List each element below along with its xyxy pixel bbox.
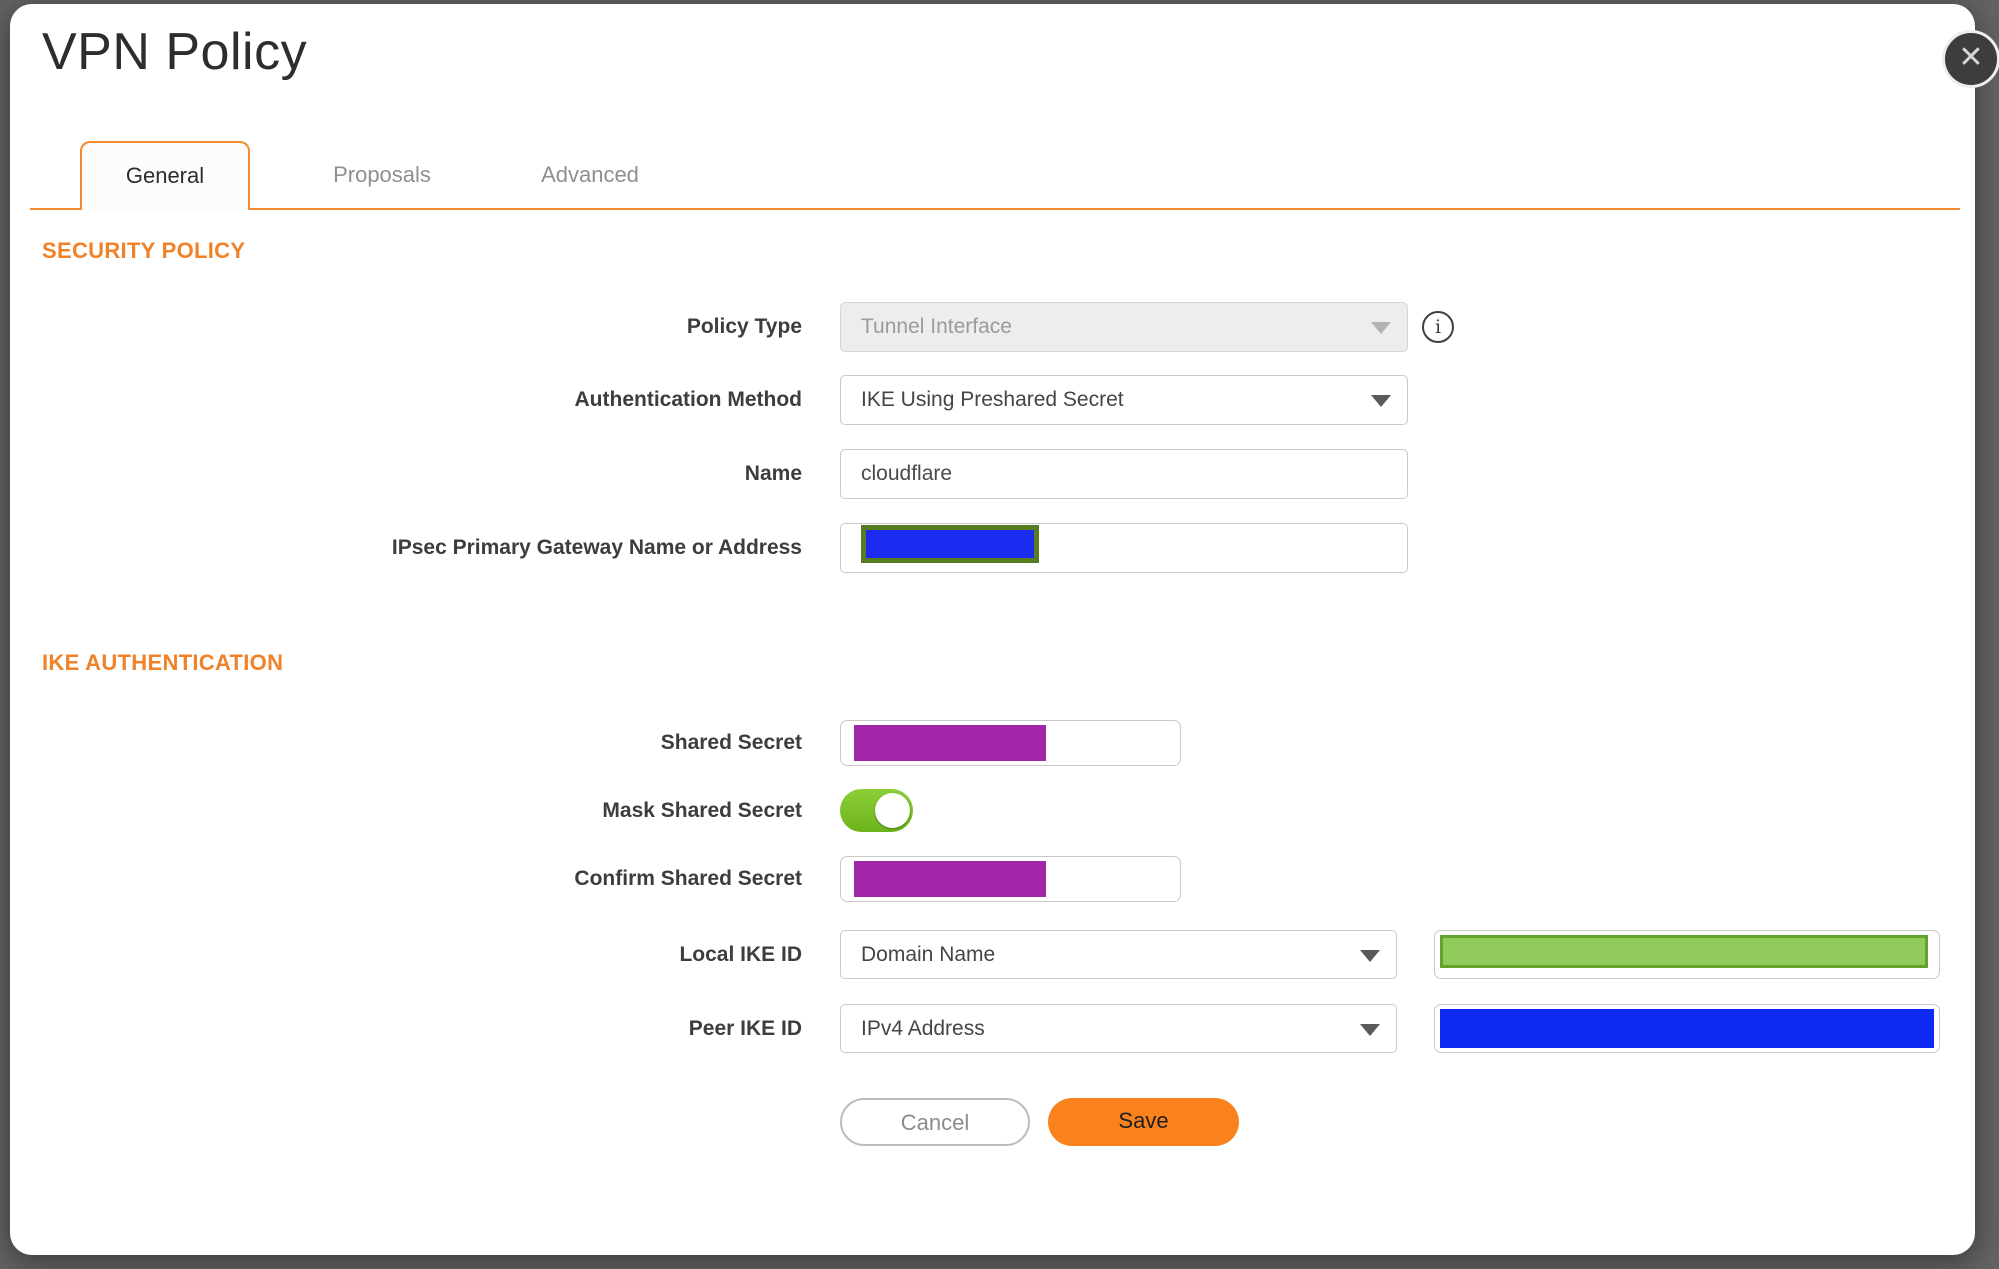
shared-secret-input[interactable]: [840, 720, 1181, 766]
peer-ike-id-select[interactable]: IPv4 Address: [840, 1004, 1397, 1053]
modal-backdrop: { "dialog": { "title": "VPN Policy" }, "…: [0, 0, 1999, 1269]
shared-secret-redacted-value: [854, 725, 1046, 761]
ipsec-gateway-label: IPsec Primary Gateway Name or Address: [391, 536, 802, 559]
cancel-button[interactable]: Cancel: [840, 1098, 1030, 1146]
tab-proposals[interactable]: Proposals: [302, 141, 462, 208]
info-icon[interactable]: i: [1422, 311, 1454, 343]
name-label: Name: [744, 462, 802, 485]
local-ike-id-label: Local IKE ID: [679, 943, 802, 966]
confirm-shared-secret-label: Confirm Shared Secret: [574, 867, 802, 890]
local-ike-id-value-input[interactable]: [1434, 930, 1940, 979]
local-ike-id-select[interactable]: Domain Name: [840, 930, 1397, 979]
confirm-shared-secret-input[interactable]: [840, 856, 1181, 902]
mask-shared-secret-toggle[interactable]: [840, 789, 913, 832]
local-ike-id-redacted-value: [1440, 935, 1928, 968]
policy-type-label: Policy Type: [686, 315, 802, 338]
authentication-method-selected-value: IKE Using Preshared Secret: [861, 388, 1124, 411]
policy-type-select[interactable]: Tunnel Interface: [840, 302, 1408, 352]
vpn-policy-dialog: VPN Policy General Proposals Advanced SE…: [10, 4, 1975, 1255]
tab-advanced[interactable]: Advanced: [510, 141, 670, 208]
section-header-security-policy: SECURITY POLICY: [42, 238, 246, 263]
page-title: VPN Policy: [42, 23, 308, 81]
ipsec-gateway-redacted-value: [861, 525, 1039, 563]
close-button[interactable]: ✕: [1942, 30, 1999, 88]
toggle-knob: [875, 793, 910, 828]
tab-general[interactable]: General: [80, 141, 250, 210]
peer-ike-id-selected-value: IPv4 Address: [861, 1017, 985, 1040]
chevron-down-icon: [1371, 322, 1391, 334]
peer-ike-id-value-input[interactable]: [1434, 1004, 1940, 1053]
local-ike-id-selected-value: Domain Name: [861, 943, 996, 966]
peer-ike-id-label: Peer IKE ID: [688, 1017, 802, 1040]
confirm-shared-secret-redacted-value: [854, 861, 1046, 897]
mask-shared-secret-label: Mask Shared Secret: [602, 799, 802, 822]
ipsec-gateway-input[interactable]: [840, 523, 1408, 573]
chevron-down-icon: [1371, 395, 1391, 407]
chevron-down-icon: [1360, 949, 1380, 962]
authentication-method-select[interactable]: IKE Using Preshared Secret: [840, 375, 1408, 425]
section-header-ike-authentication: IKE AUTHENTICATION: [42, 650, 284, 675]
authentication-method-label: Authentication Method: [574, 388, 802, 411]
close-icon: ✕: [1958, 41, 1984, 74]
tabs-underline: [30, 208, 1960, 210]
chevron-down-icon: [1360, 1023, 1380, 1036]
peer-ike-id-redacted-value: [1440, 1009, 1934, 1048]
shared-secret-label: Shared Secret: [660, 731, 802, 754]
name-input[interactable]: [840, 449, 1408, 499]
policy-type-selected-value: Tunnel Interface: [861, 315, 1012, 338]
save-button[interactable]: Save: [1048, 1098, 1239, 1146]
